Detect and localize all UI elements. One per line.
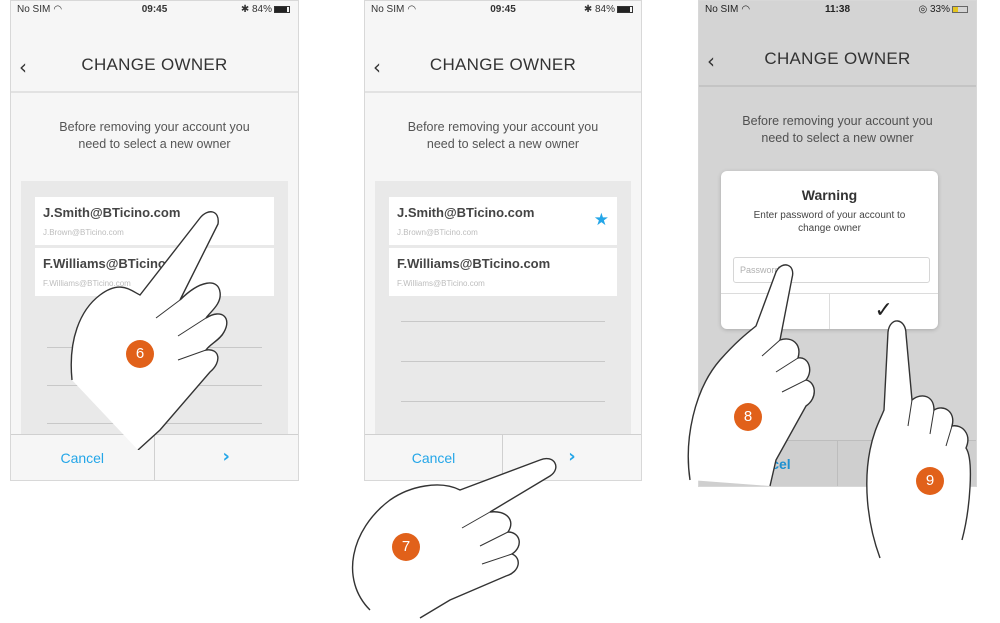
status-bar: No SIM ◠ 09:45 ✱ 84%: [11, 1, 298, 21]
user-email: J.Smith@BTicino.com: [43, 205, 181, 220]
next-button[interactable]: ›: [155, 435, 299, 480]
user-subtitle: F.Williams@BTicino.com: [397, 279, 485, 288]
user-item-jsmith[interactable]: J.Smith@BTicino.com J.Brown@BTicino.com: [35, 197, 274, 245]
page-title: CHANGE OWNER: [81, 55, 228, 74]
screen-header: ‹ CHANGE OWNER: [11, 41, 298, 93]
user-list: J.Smith@BTicino.com J.Brown@BTicino.com …: [21, 181, 288, 434]
phone-screen-2: No SIM ◠ 09:45 ✱ 84% ‹ CHANGE OWNER Befor…: [364, 0, 642, 481]
cancel-button[interactable]: Cancel: [11, 435, 155, 480]
info-text: Before removing your account you need to…: [59, 120, 250, 151]
info-text: Before removing your account you need to…: [407, 120, 599, 151]
dialog-cancel-icon[interactable]: ✕: [721, 294, 830, 329]
step-badge: 9: [916, 467, 944, 495]
battery-icon: [617, 5, 633, 13]
empty-row-divider: [47, 347, 262, 348]
user-item-fwilliams[interactable]: F.Williams@BTicino.com F.Williams@BTicin…: [35, 248, 274, 296]
battery-indicator: ✱ 84%: [584, 4, 633, 15]
dialog-message: Enter password of your account to change…: [753, 210, 906, 234]
user-item-fwilliams[interactable]: F.Williams@BTicino.com F.Williams@BTicin…: [389, 248, 617, 296]
dialog-confirm-check-icon[interactable]: ✓: [830, 294, 939, 329]
star-icon: ★: [593, 210, 609, 230]
dialog-actions: ✕ ✓: [721, 293, 938, 329]
password-input[interactable]: Password: [733, 257, 930, 283]
battery-indicator: ◎ 33%: [918, 4, 968, 15]
user-subtitle: J.Brown@BTicino.com: [43, 228, 124, 237]
warning-dialog: Warning Enter password of your account t…: [721, 171, 938, 329]
screen-header: ‹ CHANGE OWNER: [365, 41, 641, 93]
user-subtitle: J.Brown@BTicino.com: [397, 228, 478, 237]
battery-icon: [274, 5, 290, 13]
step-badge: 8: [734, 403, 762, 431]
empty-row-divider: [401, 321, 605, 322]
empty-row-divider: [47, 385, 262, 386]
battery-indicator: ✱ 84%: [241, 4, 290, 15]
bottom-action-bar: Cancel ›: [365, 434, 641, 480]
bottom-action-bar: Cancel ›: [11, 434, 298, 480]
empty-row-divider: [401, 401, 605, 402]
empty-row-divider: [47, 423, 262, 424]
status-bar: No SIM ◠ 09:45 ✱ 84%: [365, 1, 641, 21]
cancel-button[interactable]: Cancel: [699, 441, 838, 486]
step-badge: 7: [392, 533, 420, 561]
user-subtitle: F.Williams@BTicino.com: [43, 279, 131, 288]
page-title: CHANGE OWNER: [764, 49, 911, 68]
empty-row-divider: [401, 361, 605, 362]
user-email: J.Smith@BTicino.com: [397, 205, 535, 220]
user-email: F.Williams@BTicino.com: [43, 256, 197, 271]
step-badge: 6: [126, 340, 154, 368]
user-list: J.Smith@BTicino.com J.Brown@BTicino.com …: [375, 181, 631, 434]
dialog-title: Warning: [801, 187, 858, 203]
battery-charging-icon: [952, 5, 968, 13]
cancel-button[interactable]: Cancel: [365, 435, 503, 480]
page-title: CHANGE OWNER: [429, 55, 577, 74]
user-email: F.Williams@BTicino.com: [397, 256, 551, 271]
phone-screen-1: No SIM ◠ 09:45 ✱ 84% ‹ CHANGE OWNER Befor…: [10, 0, 299, 481]
screen-header: ‹ CHANGE OWNER: [699, 35, 976, 87]
user-item-jsmith[interactable]: J.Smith@BTicino.com J.Brown@BTicino.com …: [389, 197, 617, 245]
status-bar: No SIM ◠ 11:38 ◎ 33%: [699, 1, 976, 21]
info-text: Before removing your account you need to…: [742, 114, 933, 145]
confirm-button[interactable]: Confirm: [838, 441, 977, 486]
next-button[interactable]: ›: [503, 435, 641, 480]
